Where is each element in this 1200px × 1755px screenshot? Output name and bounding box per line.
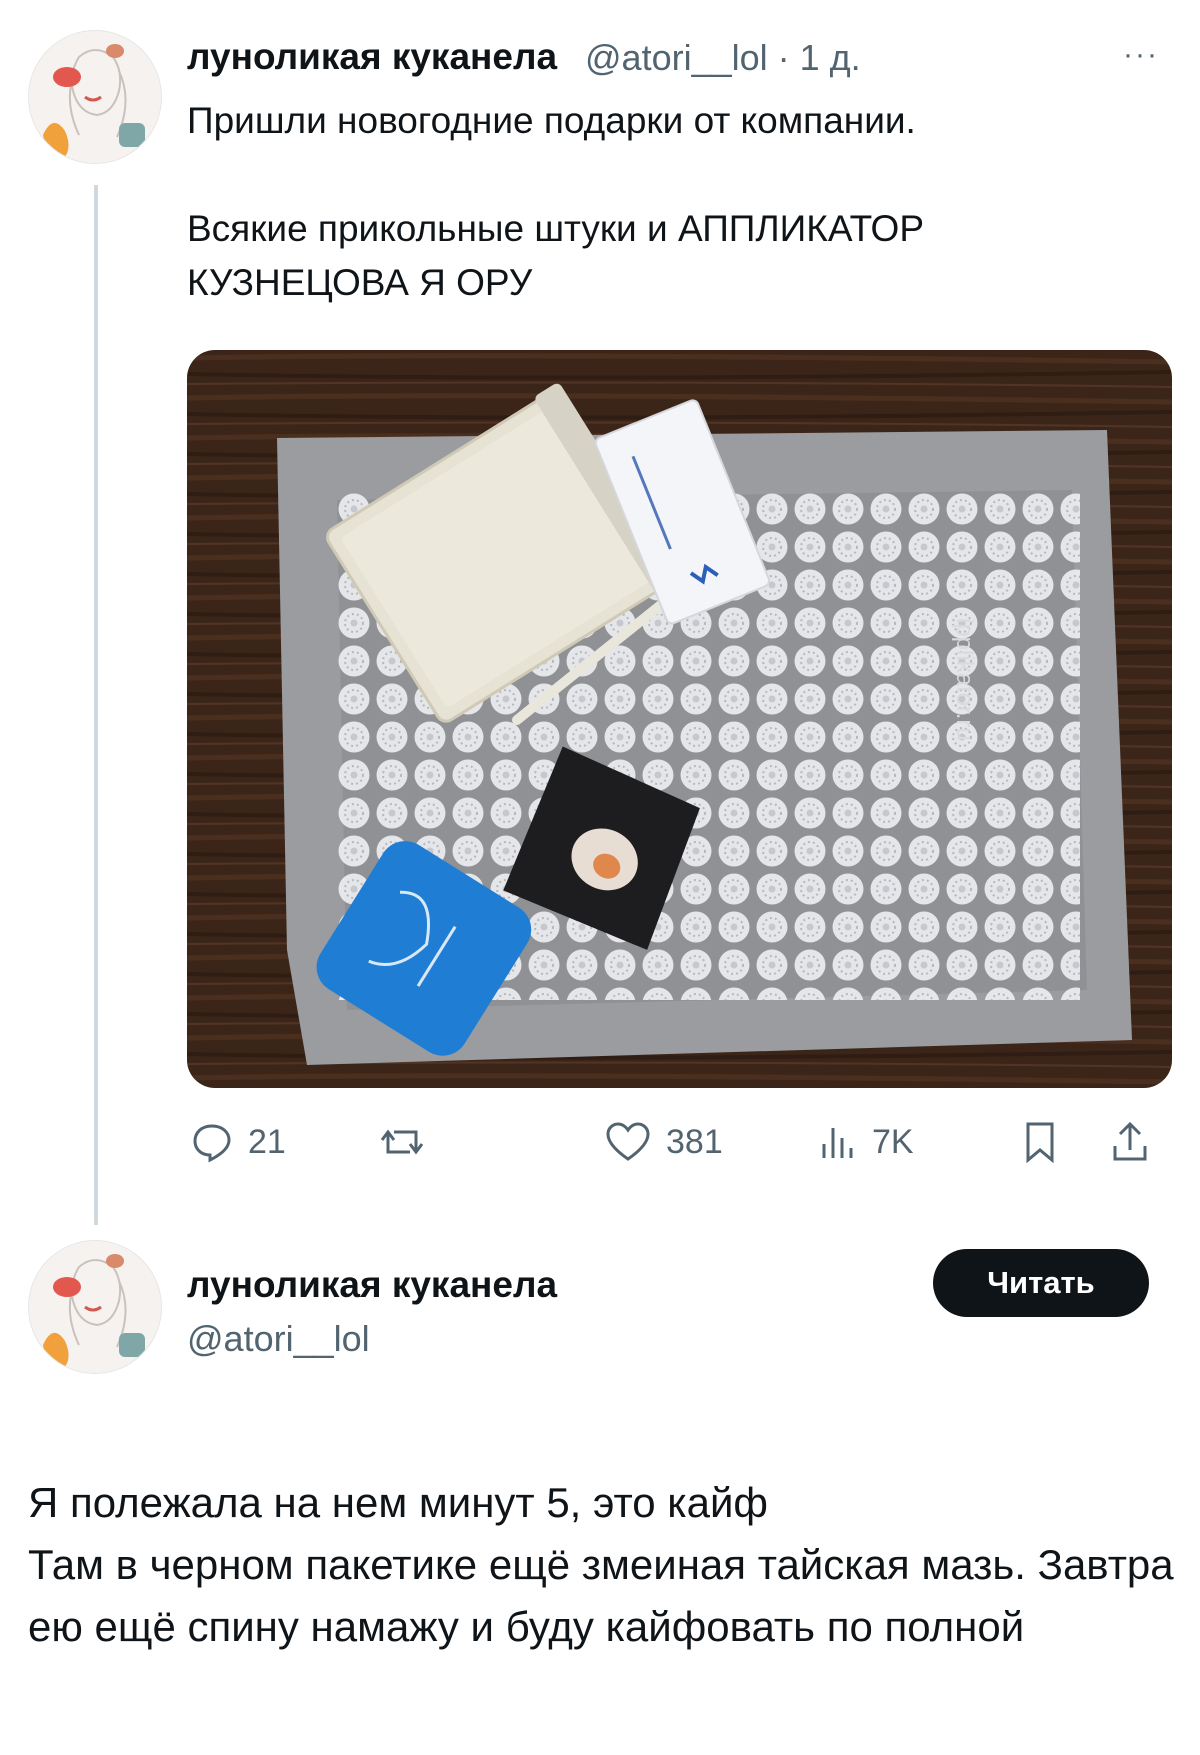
retweet-icon bbox=[380, 1129, 424, 1155]
more-icon[interactable]: ··· bbox=[1123, 38, 1159, 72]
bookmark-icon bbox=[1026, 1122, 1054, 1164]
avatar-illustration bbox=[29, 1241, 161, 1373]
share-button[interactable] bbox=[1110, 1120, 1150, 1164]
tweet-text: Пришли новогодние подарки от компании. В… bbox=[187, 100, 925, 303]
tweet-photo[interactable]: ipplikator.ru bbox=[187, 350, 1172, 1088]
like-icon bbox=[606, 1122, 650, 1161]
author-name[interactable]: луноликая куканела bbox=[187, 36, 557, 78]
photo-watermark: ipplikator.ru bbox=[951, 618, 978, 741]
like-button[interactable]: 381 bbox=[604, 1120, 723, 1164]
like-count: 381 bbox=[666, 1122, 723, 1161]
reply-button[interactable]: 21 bbox=[190, 1120, 286, 1164]
bookmark-button[interactable] bbox=[1022, 1120, 1058, 1164]
author-handle-time[interactable]: @atori__lol · 1 д. bbox=[585, 37, 861, 79]
reply-icon bbox=[193, 1124, 231, 1163]
views-icon bbox=[822, 1128, 853, 1158]
views-count: 7K bbox=[872, 1122, 914, 1161]
user-avatar[interactable] bbox=[28, 30, 162, 164]
thread-line bbox=[94, 185, 98, 1225]
reply-text: Я полежала на нем минут 5, это кайф Там … bbox=[28, 1479, 1174, 1650]
reply-count: 21 bbox=[248, 1122, 286, 1161]
views-button[interactable]: 7K bbox=[818, 1120, 914, 1164]
profile-handle[interactable]: @atori__lol bbox=[187, 1318, 370, 1360]
photo-illustration: ipplikator.ru bbox=[187, 350, 1172, 1088]
share-icon bbox=[1113, 1121, 1147, 1161]
profile-name[interactable]: луноликая куканела bbox=[187, 1264, 557, 1306]
follow-button[interactable]: Читать bbox=[933, 1249, 1149, 1317]
avatar-illustration bbox=[29, 31, 161, 163]
retweet-button[interactable] bbox=[378, 1120, 440, 1164]
profile-avatar[interactable] bbox=[28, 1240, 162, 1374]
